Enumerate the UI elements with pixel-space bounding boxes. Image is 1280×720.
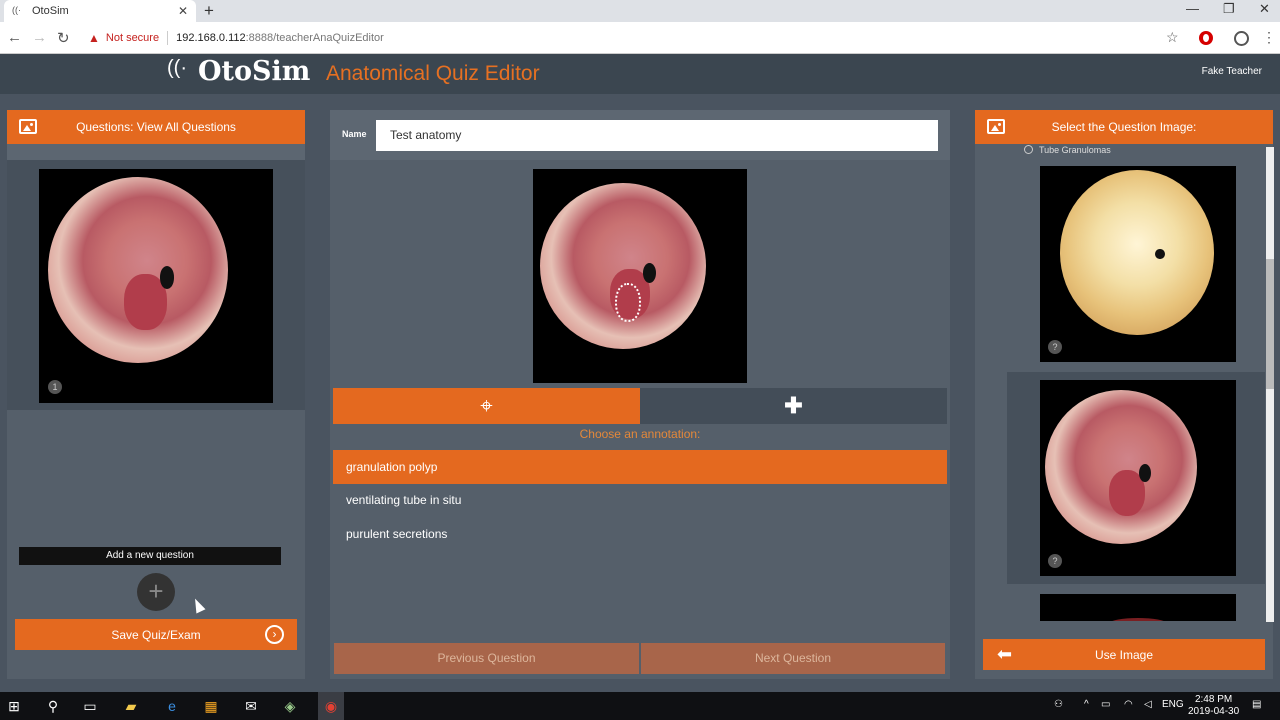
page-title: Anatomical Quiz Editor [326,62,540,85]
url-field[interactable]: ▲ Not secure 192.168.0.112 :8888/teacher… [82,26,1192,50]
info-badge[interactable]: ? [1048,554,1062,568]
system-clock[interactable]: 2:48 PM 2019-04-30 [1188,694,1239,718]
arrow-right-circle-icon: › [265,625,284,644]
image-group-label[interactable]: Tube Granulomas [1039,145,1111,155]
add-annotation-button[interactable]: ✚ [640,388,947,424]
arrow-left-icon: ⬅ [997,644,1013,664]
back-arrow-icon[interactable]: ← [7,29,22,46]
chrome-icon[interactable]: ◉ [318,692,344,720]
ear-image [1060,170,1214,335]
name-label: Name [342,129,367,139]
network-icon[interactable]: ◠ [1124,699,1133,710]
use-image-label: Use Image [1094,647,1154,662]
next-question-button[interactable]: Next Question [641,643,945,674]
annotation-item[interactable]: ventilating tube in situ [333,483,947,517]
app-icon[interactable]: ◈ [281,697,299,715]
use-image-button[interactable]: ⬅ Use Image [983,639,1265,670]
annotation-toolbar: ⌖ ✚ [333,388,947,424]
menu-dots-icon[interactable]: ⋮ [1262,29,1276,46]
taskbar: ⊞ ⚲ ▭ ▰ e ▦ ✉ ◈ ◉ ⚇ ^ ▭ ◠ ◁ ENG 2:48 PM … [0,692,1280,720]
image-option[interactable] [1040,594,1236,621]
ear-image [1110,618,1166,621]
ear-image [48,177,228,363]
tab-title: OtoSim [32,5,69,17]
people-icon[interactable]: ⚇ [1054,699,1063,710]
question-thumbnail[interactable]: 1 [39,169,273,403]
address-bar: ← → ↻ ▲ Not secure 192.168.0.112 :8888/t… [0,22,1280,54]
collapse-chevron-icon[interactable] [1024,145,1033,154]
url-divider [167,31,169,45]
save-quiz-label: Save Quiz/Exam [111,627,201,642]
image-option[interactable]: ? [1040,166,1236,362]
annotation-item[interactable]: purulent secretions [333,517,947,551]
file-explorer-icon[interactable]: ▰ [122,697,140,715]
image-list-scrollbar[interactable] [1266,147,1274,622]
extension-icon[interactable] [1199,31,1213,45]
previous-question-button[interactable]: Previous Question [334,643,639,674]
info-badge[interactable]: ? [1048,340,1062,354]
questions-header-label: Questions: View All Questions [76,120,236,134]
ear-image-annotated [540,183,706,349]
minimize-button[interactable]: — [1186,1,1199,16]
volume-icon[interactable]: ◁ [1144,699,1152,710]
image-option[interactable]: ? [1040,380,1236,576]
reload-icon[interactable]: ↻ [57,29,70,47]
forward-arrow-icon[interactable]: → [32,29,47,46]
questions-subheader [7,144,305,160]
warning-triangle-icon: ▲ [88,31,100,45]
clock-time: 2:48 PM [1194,694,1233,705]
otosim-logo: OtoSim [198,56,311,87]
question-number-badge: 1 [48,380,62,394]
scrollbar-thumb[interactable] [1266,259,1274,389]
choose-annotation-label: Choose an annotation: [579,427,701,441]
new-tab-button[interactable]: + [204,1,214,21]
search-icon[interactable]: ⚲ [44,697,62,715]
save-quiz-button[interactable]: Save Quiz/Exam › [15,619,297,650]
otosim-logo-icon: ((· [167,57,187,79]
annotation-item[interactable]: granulation polyp [333,450,947,484]
quiz-name-input[interactable]: Test anatomy [376,120,938,151]
battery-icon[interactable]: ▭ [1101,699,1110,710]
account-icon[interactable] [1234,31,1249,46]
plus-icon: ✚ [784,393,803,418]
clock-date: 2019-04-30 [1188,706,1240,717]
crosshair-icon: ⌖ [480,393,493,418]
close-window-button[interactable]: ✕ [1259,1,1270,17]
image-select-header: Select the Question Image: [975,110,1273,144]
questions-header[interactable]: Questions: View All Questions [7,110,305,144]
url-path: :8888/teacherAnaQuizEditor [245,32,384,44]
tab-close-icon[interactable]: ✕ [178,4,188,18]
tray-chevron-icon[interactable]: ^ [1084,699,1089,710]
store-icon[interactable]: ▦ [202,697,220,715]
language-indicator[interactable]: ENG [1162,699,1184,710]
annotation-outline [614,282,642,323]
security-label[interactable]: Not secure [106,32,159,44]
edge-icon[interactable]: e [163,697,181,715]
notifications-icon[interactable]: ▤ [1252,699,1261,710]
bookmark-star-icon[interactable]: ☆ [1166,29,1179,46]
image-icon [19,119,37,134]
url-host: 192.168.0.112 [176,32,246,44]
ear-image [1045,390,1197,544]
image-icon [987,119,1005,134]
user-name[interactable]: Fake Teacher [1202,66,1262,77]
otosim-favicon-icon: ((· [12,5,21,15]
add-question-button[interactable]: + [137,573,175,611]
question-image[interactable] [533,169,747,383]
mail-icon[interactable]: ✉ [242,697,260,715]
image-select-header-label: Select the Question Image: [1051,120,1197,134]
add-question-tooltip: Add a new question [19,547,281,565]
app-header: ((· OtoSim Anatomical Quiz Editor Fake T… [0,54,1280,94]
browser-tab[interactable]: ((· OtoSim ✕ [4,0,196,22]
windows-start-icon[interactable]: ⊞ [5,697,23,715]
restore-button[interactable]: ❐ [1223,1,1235,17]
browser-tab-bar: ((· OtoSim ✕ + — ❐ ✕ [0,0,1280,22]
task-view-icon[interactable]: ▭ [81,697,99,715]
target-tool-button[interactable]: ⌖ [333,388,640,424]
